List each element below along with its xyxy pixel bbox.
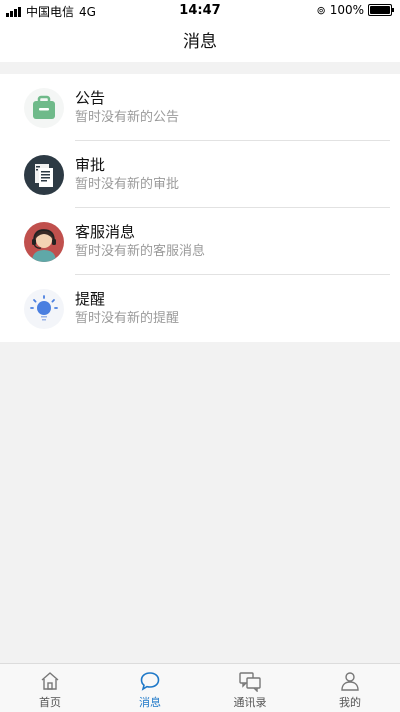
message-title: 客服消息 (75, 223, 136, 241)
message-subtitle: 暂时没有新的公告 (75, 110, 180, 125)
tab-label: 我的 (339, 696, 361, 709)
tab-contacts[interactable]: 通讯录 (200, 664, 300, 712)
message-subtitle: 暂时没有新的客服消息 (75, 244, 206, 259)
contacts-icon (200, 670, 300, 692)
tab-label: 消息 (139, 696, 161, 709)
customer-service-headset-icon (24, 221, 64, 262)
orientation-lock-icon: ⊚ (316, 3, 326, 17)
chat-bubble-icon (100, 670, 200, 692)
message-title: 审批 (75, 156, 106, 174)
home-icon (0, 670, 100, 692)
message-list: 公告 暂时没有新的公告 审批 暂时没有新的审批 客服消息 暂时没有新的客服消息 … (0, 74, 400, 342)
message-subtitle: 暂时没有新的提醒 (75, 311, 180, 326)
tab-bar: 首页 消息 通讯录 我的 (0, 663, 400, 712)
tab-label: 通讯录 (233, 696, 267, 709)
approval-document-icon (24, 154, 64, 195)
message-title: 提醒 (75, 290, 106, 308)
message-title: 公告 (75, 89, 106, 107)
tab-home[interactable]: 首页 (0, 664, 100, 712)
tab-label: 首页 (39, 696, 61, 709)
person-icon (300, 670, 400, 692)
status-bar: 中国电信 4G 14:47 ⊚ 100% (0, 0, 400, 22)
message-item-reminder[interactable]: 提醒 暂时没有新的提醒 (0, 275, 400, 342)
tab-profile[interactable]: 我的 (300, 664, 400, 712)
battery-icon (368, 4, 394, 16)
message-item-announcement[interactable]: 公告 暂时没有新的公告 (0, 74, 400, 141)
battery-percent: 100% (329, 3, 364, 17)
announcement-bag-icon (24, 87, 64, 128)
status-right: ⊚ 100% (316, 3, 394, 17)
reminder-lightbulb-icon (24, 288, 64, 329)
message-item-approval[interactable]: 审批 暂时没有新的审批 (0, 141, 400, 208)
page-title: 消息 (0, 22, 400, 62)
tab-messages[interactable]: 消息 (100, 664, 200, 712)
message-subtitle: 暂时没有新的审批 (75, 177, 180, 192)
message-item-customer-service[interactable]: 客服消息 暂时没有新的客服消息 (0, 208, 400, 275)
